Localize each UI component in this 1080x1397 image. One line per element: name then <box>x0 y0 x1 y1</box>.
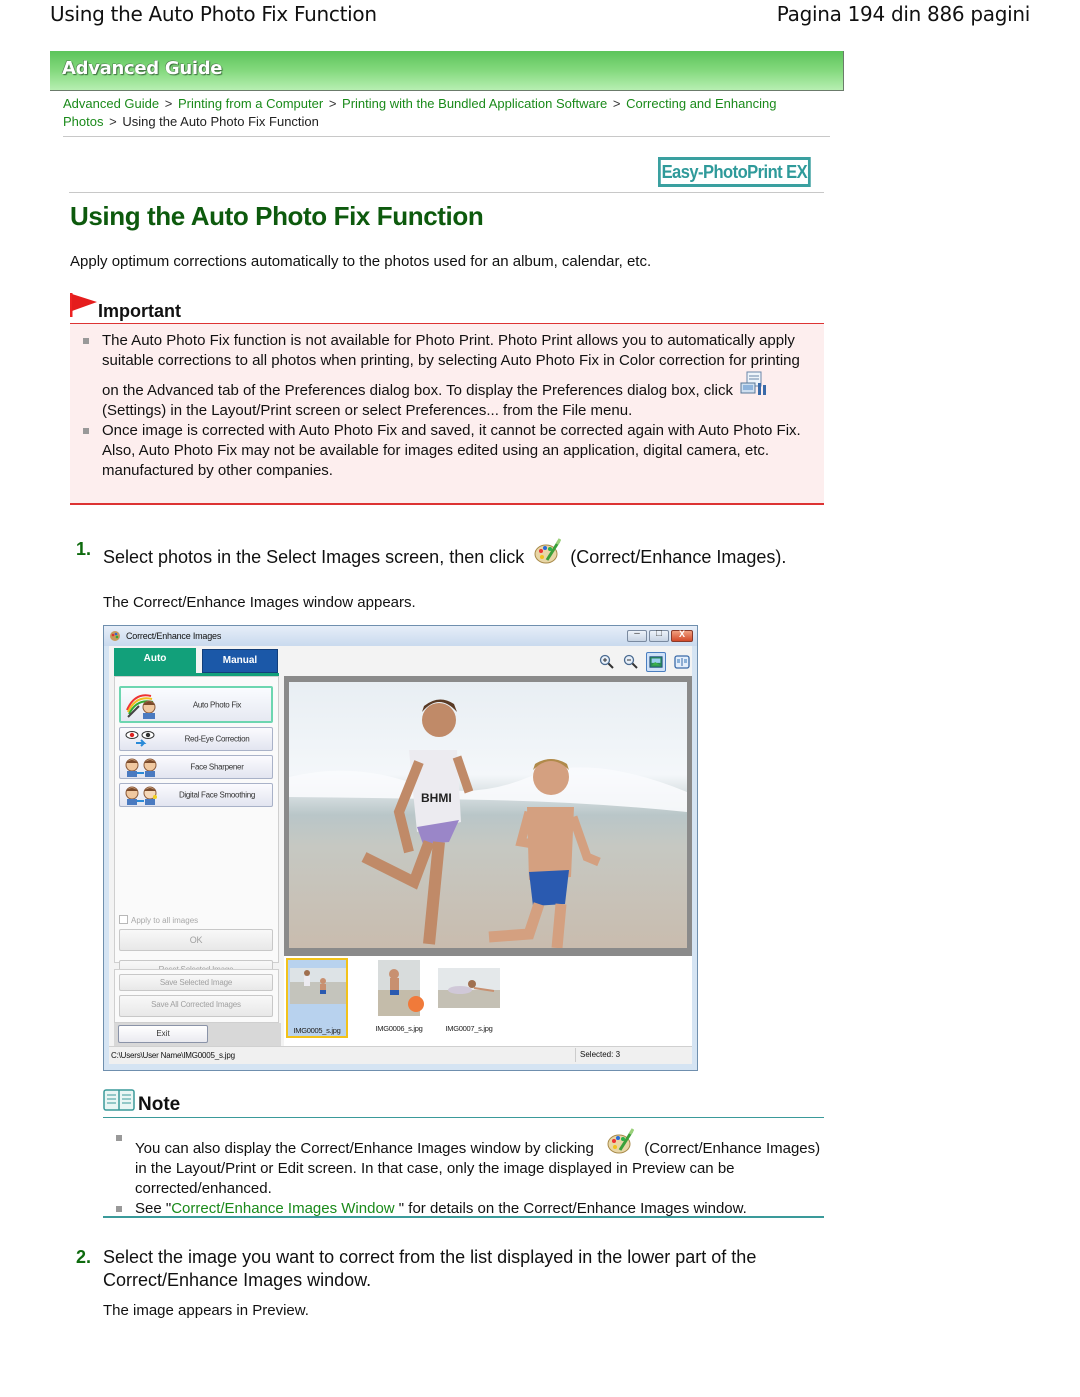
button-label: Digital Face Smoothing <box>178 790 256 800</box>
zoom-out-icon[interactable] <box>623 654 639 670</box>
thumbnail-caption: IMG0005_s.jpg <box>293 1026 341 1035</box>
save-panel: Save Selected Image Save All Corrected I… <box>114 969 279 1023</box>
button-label: Auto Photo Fix <box>192 700 242 709</box>
step-2: 2. Select the image you want to correct … <box>76 1246 826 1326</box>
face-sharpener-icon <box>125 758 157 777</box>
save-all-corrected-images-button[interactable]: Save All Corrected Images <box>119 995 273 1017</box>
breadcrumb-separator: > <box>328 96 337 111</box>
face-sharpener-button[interactable]: Face Sharpener <box>119 755 273 779</box>
note-header: Note <box>103 1088 824 1118</box>
minimize-button[interactable]: – <box>627 628 647 642</box>
correct-enhance-icon <box>534 538 562 564</box>
important-item: Once image is corrected with Auto Photo … <box>70 421 814 481</box>
note-item: You can also display the Correct/Enhance… <box>103 1128 824 1199</box>
thumbnail-caption: IMG0006_s.jpg <box>375 1024 423 1033</box>
correct-enhance-window: Correct/Enhance Images – □ X Auto Manual… <box>103 625 698 1071</box>
status-file-path: C:\Users\User Name\IMG0005_s.jpg <box>111 1051 235 1060</box>
correct-enhance-window-link[interactable]: Correct/Enhance Images Window <box>171 1200 394 1217</box>
thumbnail-image <box>438 968 500 1008</box>
apply-all-checkbox[interactable]: Apply to all images <box>119 915 198 925</box>
checkbox[interactable] <box>119 915 128 924</box>
important-box: The Auto Photo Fix function is not avail… <box>70 324 824 505</box>
step-number: 2. <box>76 1247 92 1267</box>
close-button[interactable]: X <box>671 629 693 642</box>
intro-text: Apply optimum corrections automatically … <box>70 253 652 270</box>
breadcrumb: Advanced Guide > Printing from a Compute… <box>63 95 803 131</box>
breadcrumb-separator: > <box>612 96 621 111</box>
status-bar: C:\Users\User Name\IMG0005_s.jpg Selecte… <box>109 1046 692 1064</box>
settings-icon <box>740 371 767 395</box>
preview-photo: BHMI <box>289 682 687 948</box>
red-eye-icon <box>125 731 155 747</box>
correct-enhance-icon <box>607 1128 635 1154</box>
book-icon <box>103 1089 135 1111</box>
step-result: The image appears in Preview. <box>103 1302 309 1319</box>
advanced-guide-banner: Advanced Guide <box>50 51 844 91</box>
thumbnail-item[interactable]: IMG0006_s.jpg <box>368 958 430 1038</box>
tab-manual[interactable]: Manual <box>202 649 278 673</box>
divider <box>63 136 830 137</box>
zoom-in-icon[interactable] <box>599 654 615 670</box>
digital-face-smoothing-button[interactable]: Digital Face Smoothing <box>119 783 273 807</box>
app-icon <box>110 631 120 641</box>
note-label: Note <box>138 1094 181 1115</box>
compare-icon[interactable] <box>674 654 690 670</box>
step-1: 1. Select photos in the Select Images sc… <box>76 538 826 638</box>
page-title: Using the Auto Photo Fix Function <box>70 201 484 231</box>
correction-panel: Auto Photo Fix Red-Eye Correction Face S… <box>114 676 279 980</box>
thumbnail-item[interactable]: IMG0007_s.jpg <box>436 958 502 1038</box>
step-result: The Correct/Enhance Images window appear… <box>103 594 416 611</box>
exit-area: Exit <box>114 1023 281 1046</box>
page-indicator: Pagina 194 din 886 pagini <box>776 2 1031 26</box>
app-badge: Easy-PhotoPrint EX <box>658 157 811 187</box>
thumbnail-strip: IMG0005_s.jpg IMG0006_s.jpg IMG0007_s.jp… <box>284 956 692 1046</box>
whole-image-icon <box>649 656 663 668</box>
important-label: Important <box>98 301 181 321</box>
breadcrumb-current: Using the Auto Photo Fix Function <box>122 114 319 129</box>
thumbnail-item[interactable]: IMG0005_s.jpg <box>286 958 348 1038</box>
red-eye-correction-button[interactable]: Red-Eye Correction <box>119 727 273 751</box>
whole-image-view-button[interactable] <box>646 652 666 672</box>
red-flag-icon <box>70 293 97 317</box>
important-item: The Auto Photo Fix function is not avail… <box>70 331 814 421</box>
preview-area: BHMI <box>284 676 692 956</box>
breadcrumb-separator: > <box>109 114 117 129</box>
breadcrumb-separator: > <box>164 96 173 111</box>
note-body: You can also display the Correct/Enhance… <box>103 1128 824 1219</box>
thumbnail-caption: IMG0007_s.jpg <box>445 1024 493 1033</box>
important-header: Important <box>70 293 824 324</box>
step-number: 1. <box>76 539 92 559</box>
thumbnail-image <box>378 960 424 1016</box>
thumbnail-image <box>290 962 346 1018</box>
auto-photo-fix-icon <box>126 693 156 719</box>
breadcrumb-advanced-guide[interactable]: Advanced Guide <box>63 96 159 111</box>
auto-photo-fix-button[interactable]: Auto Photo Fix <box>119 686 273 723</box>
save-selected-image-button[interactable]: Save Selected Image <box>119 974 273 991</box>
button-label: Face Sharpener <box>190 762 244 772</box>
window-titlebar: Correct/Enhance Images – □ X <box>104 626 697 646</box>
divider <box>69 192 824 193</box>
breadcrumb-bundled-software[interactable]: Printing with the Bundled Application So… <box>342 96 607 111</box>
status-selected-count: Selected: 3 <box>575 1048 620 1062</box>
window-client: Auto Manual Auto Photo Fix Red-Eye Corre… <box>109 646 692 1046</box>
window-title: Correct/Enhance Images <box>126 631 222 641</box>
divider <box>103 1216 824 1218</box>
banner-label: Advanced Guide <box>62 58 223 79</box>
tab-auto[interactable]: Auto <box>114 648 196 673</box>
face-smoothing-icon <box>125 786 157 805</box>
button-label: Red-Eye Correction <box>184 734 250 744</box>
document-title: Using the Auto Photo Fix Function <box>50 2 377 26</box>
svg-text:BHMI: BHMI <box>421 791 452 805</box>
exit-button[interactable]: Exit <box>118 1025 208 1043</box>
breadcrumb-printing-from-computer[interactable]: Printing from a Computer <box>178 96 323 111</box>
maximize-button[interactable]: □ <box>649 628 669 642</box>
ok-button[interactable]: OK <box>119 929 273 951</box>
